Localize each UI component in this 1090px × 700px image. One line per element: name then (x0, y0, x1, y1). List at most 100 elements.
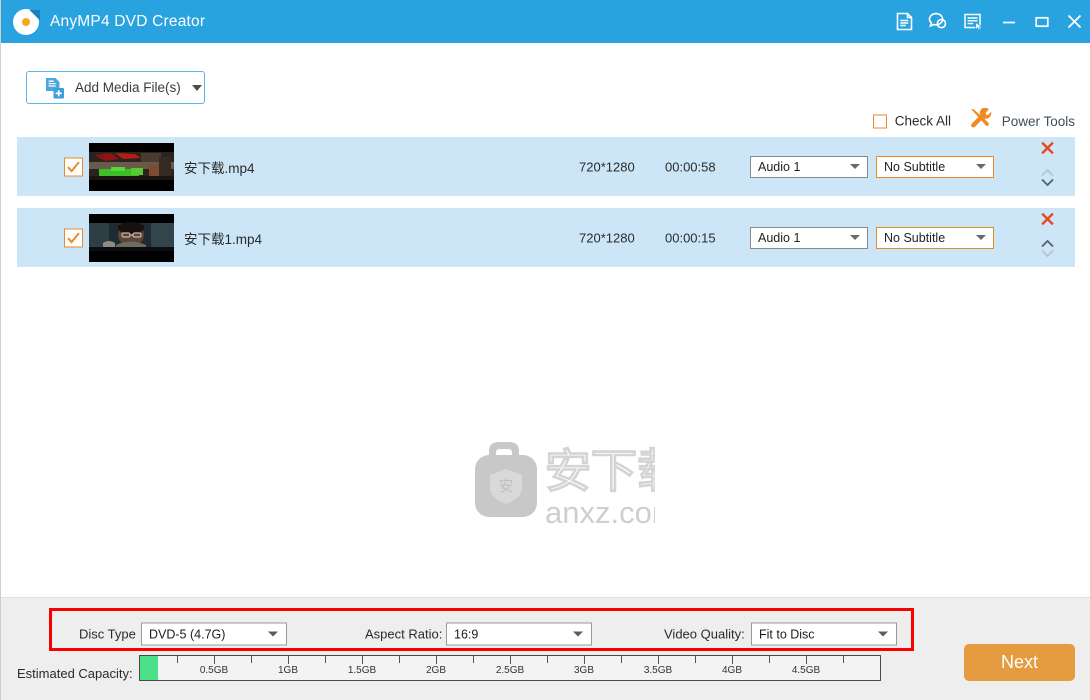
support-icon[interactable] (921, 0, 954, 43)
capacity-tick (769, 656, 770, 663)
table-row[interactable]: 安下载1.mp4 720*1280 00:00:15 Audio 1 No Su… (17, 208, 1075, 267)
capacity-tick (732, 656, 733, 664)
register-icon[interactable] (888, 0, 921, 43)
video-quality-value: Fit to Disc (759, 627, 815, 641)
add-media-files-button[interactable]: Add Media File(s) (26, 71, 205, 104)
capacity-tick (399, 656, 400, 663)
add-media-files-label: Add Media File(s) (75, 80, 181, 95)
reorder-icon[interactable] (1040, 238, 1055, 263)
chevron-down-icon (573, 631, 583, 637)
next-button-label: Next (1000, 652, 1038, 672)
wrench-screwdriver-icon (969, 107, 993, 134)
capacity-tick-label: 2.5GB (495, 665, 525, 676)
media-file-list: 安下载.mp4 720*1280 00:00:58 Audio 1 No Sub… (1, 132, 1090, 597)
chevron-down-icon (976, 164, 986, 169)
capacity-fill (140, 656, 158, 680)
toolbar: Add Media File(s) Check All Power Tools (1, 43, 1090, 132)
menu-icon[interactable] (954, 0, 992, 43)
aspect-ratio-label: Aspect Ratio: (365, 626, 443, 642)
video-quality-label: Video Quality: (664, 626, 745, 642)
check-all-checkbox[interactable] (872, 114, 887, 128)
capacity-tick (325, 656, 326, 663)
svg-text:anxz.com: anxz.com (545, 495, 655, 530)
capacity-tick-label: 3GB (573, 665, 595, 676)
capacity-tick-label: 1GB (277, 665, 299, 676)
capacity-tick-label: 3.5GB (643, 665, 673, 676)
file-resolution: 720*1280 (579, 230, 635, 245)
capacity-tick-label: 1.5GB (347, 665, 377, 676)
capacity-tick (288, 656, 289, 664)
video-quality-select[interactable]: Fit to Disc (751, 622, 897, 646)
capacity-tick (621, 656, 622, 663)
chevron-down-icon[interactable] (191, 84, 202, 91)
capacity-tick-label: 2GB (425, 665, 447, 676)
capacity-tick (584, 656, 585, 664)
disc-logo-icon (13, 8, 40, 35)
disc-type-select[interactable]: DVD-5 (4.7G) (141, 622, 287, 646)
aspect-ratio-select[interactable]: 16:9 (446, 622, 592, 646)
svg-text:安: 安 (498, 477, 513, 495)
file-name: 安下载.mp4 (184, 160, 255, 176)
chevron-down-icon (878, 631, 888, 637)
app-title: AnyMP4 DVD Creator (50, 12, 206, 30)
row-checkbox[interactable] (64, 228, 83, 247)
file-duration: 00:00:15 (665, 230, 716, 245)
application-window: AnyMP4 DVD Creator Add Media File(s) Che… (0, 0, 1090, 700)
capacity-tick (806, 656, 807, 664)
check-all-control[interactable]: Check All (872, 113, 951, 129)
capacity-tick (547, 656, 548, 663)
site-watermark: 安 安下载 anxz.com (437, 435, 684, 530)
remove-icon[interactable] (1040, 141, 1054, 159)
capacity-tick (177, 656, 178, 663)
disc-type-label: Disc Type (79, 626, 136, 642)
close-icon[interactable] (1058, 0, 1090, 43)
audio-track-select[interactable]: Audio 1 (750, 226, 868, 249)
row-actions (1035, 141, 1059, 192)
window-controls (888, 0, 1090, 43)
minimize-icon[interactable] (992, 0, 1025, 43)
row-actions (1035, 212, 1059, 263)
capacity-tick (843, 656, 844, 663)
audio-track-value: Audio 1 (758, 159, 801, 174)
next-button[interactable]: Next (964, 644, 1075, 681)
capacity-tick (658, 656, 659, 664)
capacity-tick (510, 656, 511, 664)
chevron-down-icon (850, 235, 860, 240)
capacity-tick-label: 4GB (721, 665, 743, 676)
add-file-icon (45, 77, 65, 99)
subtitle-value: No Subtitle (884, 159, 946, 174)
title-bar: AnyMP4 DVD Creator (1, 0, 1090, 43)
audio-track-select[interactable]: Audio 1 (750, 155, 868, 178)
capacity-tick (695, 656, 696, 663)
chevron-down-icon (850, 164, 860, 169)
capacity-tick (214, 656, 215, 664)
subtitle-value: No Subtitle (884, 230, 946, 245)
bottom-settings-panel: Disc Type DVD-5 (4.7G) Aspect Ratio: 16:… (1, 597, 1090, 700)
chevron-down-icon (268, 631, 278, 637)
estimated-capacity-label: Estimated Capacity: (17, 666, 133, 681)
capacity-tick (251, 656, 252, 663)
subtitle-select[interactable]: No Subtitle (876, 155, 994, 178)
reorder-icon[interactable] (1040, 167, 1055, 192)
file-name: 安下载1.mp4 (184, 231, 263, 247)
check-all-label: Check All (894, 113, 951, 129)
aspect-ratio-value: 16:9 (454, 627, 479, 641)
capacity-tick (436, 656, 437, 664)
remove-icon[interactable] (1040, 212, 1054, 230)
svg-text:安下载: 安下载 (545, 444, 655, 498)
maximize-icon[interactable] (1025, 0, 1058, 43)
file-duration: 00:00:58 (665, 159, 716, 174)
chevron-down-icon (976, 235, 986, 240)
capacity-tick-label: 4.5GB (791, 665, 821, 676)
capacity-tick (362, 656, 363, 664)
subtitle-select[interactable]: No Subtitle (876, 226, 994, 249)
capacity-tick (473, 656, 474, 663)
audio-track-value: Audio 1 (758, 230, 801, 245)
table-row[interactable]: 安下载.mp4 720*1280 00:00:58 Audio 1 No Sub… (17, 137, 1075, 196)
thumbnail (89, 142, 174, 191)
row-checkbox[interactable] (64, 157, 83, 176)
power-tools-label: Power Tools (1001, 113, 1075, 129)
capacity-bar: 0.5GB 1GB 1.5GB 2GB 2.5GB 3GB 3.5GB 4GB 4.5GB (139, 655, 881, 681)
capacity-tick-label: 0.5GB (199, 665, 229, 676)
power-tools-button[interactable]: Power Tools (969, 107, 1075, 134)
